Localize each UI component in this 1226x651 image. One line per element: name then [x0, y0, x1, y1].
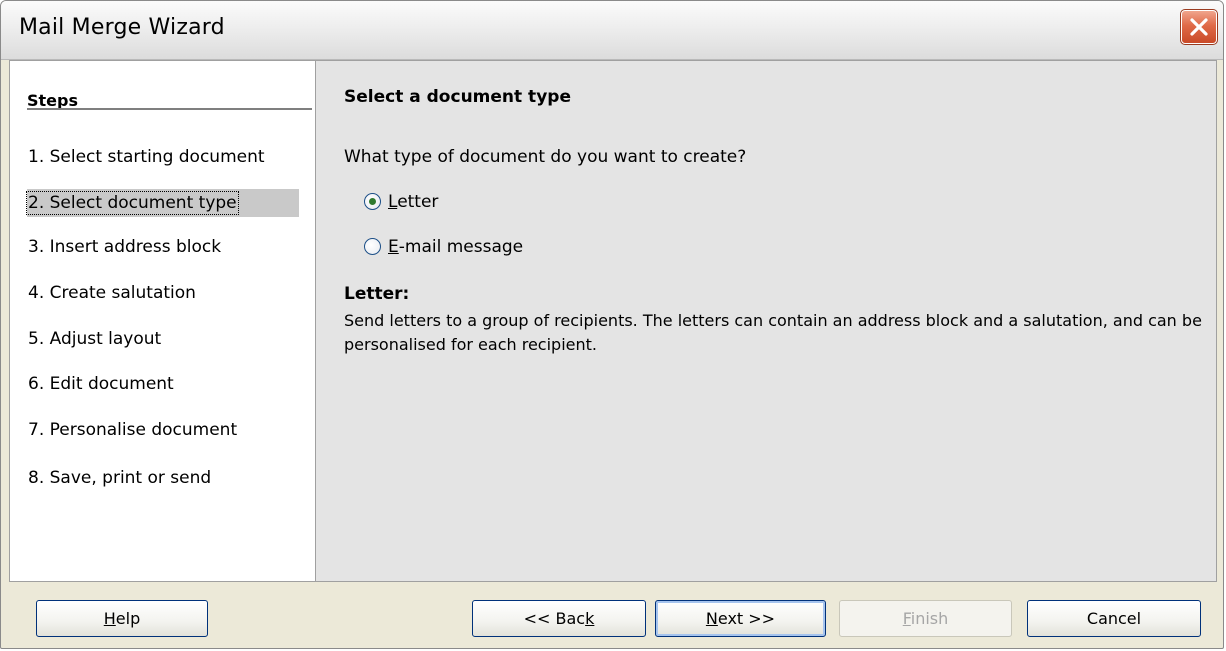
- help-button[interactable]: Help: [36, 600, 208, 637]
- step-create-salutation[interactable]: 4. Create salutation: [27, 279, 299, 307]
- description-title: Letter:: [344, 284, 410, 304]
- step-personalise-document[interactable]: 7. Personalise document: [27, 416, 299, 444]
- description-text: Send letters to a group of recipients. T…: [344, 311, 1202, 354]
- main-pane: Select a document type What type of docu…: [316, 61, 1216, 581]
- step-label: 7. Personalise document: [28, 420, 238, 440]
- title-bar[interactable]: Mail Merge Wizard: [1, 1, 1223, 60]
- window-title: Mail Merge Wizard: [19, 15, 225, 40]
- back-button[interactable]: << Back: [472, 600, 646, 637]
- step-label: 1. Select starting document: [28, 147, 265, 167]
- step-adjust-layout[interactable]: 5. Adjust layout: [27, 325, 299, 353]
- close-x-icon: [1190, 18, 1208, 36]
- step-edit-document[interactable]: 6. Edit document: [27, 370, 299, 398]
- radio-checked-dot: [369, 198, 376, 205]
- document-type-question: What type of document do you want to cre…: [344, 147, 747, 167]
- mail-merge-wizard-window: Mail Merge Wizard Steps 1. Select starti…: [0, 0, 1224, 649]
- letter-radio-button[interactable]: [364, 193, 381, 210]
- step-save-print-or-send[interactable]: 8. Save, print or send: [27, 464, 299, 492]
- page-heading: Select a document type: [344, 87, 571, 107]
- step-label: 3. Insert address block: [28, 237, 222, 257]
- step-label: 4. Create salutation: [28, 283, 196, 303]
- step-select-document-type[interactable]: 2. Select document type: [26, 189, 299, 217]
- step-insert-address-block[interactable]: 3. Insert address block: [27, 233, 299, 261]
- steps-pane: Steps 1. Select starting document 2. Sel…: [10, 61, 316, 581]
- finish-button[interactable]: Finish: [839, 600, 1012, 637]
- step-label: 2. Select document type: [26, 191, 239, 215]
- email-radio-label[interactable]: E-mail message: [388, 235, 523, 259]
- step-select-starting-document[interactable]: 1. Select starting document: [27, 143, 299, 171]
- close-button[interactable]: [1180, 9, 1218, 45]
- steps-divider: [27, 108, 312, 110]
- next-button[interactable]: Next >>: [655, 600, 826, 637]
- step-label: 5. Adjust layout: [28, 329, 162, 349]
- cancel-button[interactable]: Cancel: [1027, 600, 1201, 637]
- step-label: 6. Edit document: [28, 374, 174, 394]
- step-label: 8. Save, print or send: [28, 468, 212, 488]
- letter-radio-label[interactable]: Letter: [388, 190, 438, 214]
- email-radio-button[interactable]: [364, 238, 381, 255]
- wizard-content: Steps 1. Select starting document 2. Sel…: [9, 60, 1217, 582]
